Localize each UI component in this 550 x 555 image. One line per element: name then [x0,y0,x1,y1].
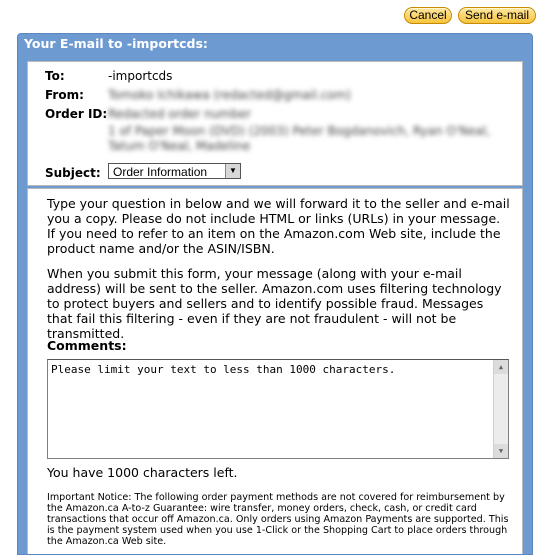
order-item-line2: Tatum O'Neal, Madeline [108,139,251,153]
filtering-paragraph: When you submit this form, your message … [47,266,502,341]
important-notice: Important Notice: The following order pa… [47,492,509,547]
order-row: Order ID: Redacted order number [45,107,251,121]
email-panel: Your E-mail to -importcds: To: -importcd… [17,33,533,555]
to-value: -importcds [108,69,173,83]
subject-selected-value: Order Information [113,165,208,179]
panel-title: Your E-mail to -importcds: [24,36,208,51]
message-compose: Type your question in below and we will … [27,188,523,554]
send-email-button[interactable]: Send e-mail [458,7,536,24]
instructions-paragraph: Type your question in below and we will … [47,196,510,256]
subject-label: Subject: [45,166,101,180]
scroll-up-icon[interactable]: ▲ [494,360,508,374]
from-row: From: Tomoko Ichikawa (redacted@gmail.co… [45,88,351,102]
subject-row: Subject: Order Information ▼ [45,163,241,180]
cancel-button[interactable]: Cancel [404,7,452,24]
comments-text: Please limit your text to less than 1000… [51,363,396,376]
subject-select[interactable]: Order Information ▼ [108,163,241,179]
textarea-scrollbar[interactable]: ▲ ▼ [493,360,508,458]
from-value: Tomoko Ichikawa (redacted@gmail.com) [108,88,351,102]
toolbar: Cancel Send e-mail [404,7,536,24]
order-id-value: Redacted order number [108,107,251,121]
from-label: From: [45,88,84,102]
order-item-line1: 1 of Paper Moon (DVD) (2003) Peter Bogda… [108,124,491,138]
dropdown-arrow-icon[interactable]: ▼ [225,164,240,178]
characters-left: You have 1000 characters left. [47,465,238,480]
comments-textarea[interactable]: Please limit your text to less than 1000… [47,359,509,459]
scroll-down-icon[interactable]: ▼ [494,444,508,458]
to-row: To: -importcds [45,69,172,83]
message-details: To: -importcds From: Tomoko Ichikawa (re… [27,61,523,186]
order-id-label: Order ID: [45,107,108,121]
to-label: To: [45,69,65,83]
comments-label: Comments: [47,338,127,353]
